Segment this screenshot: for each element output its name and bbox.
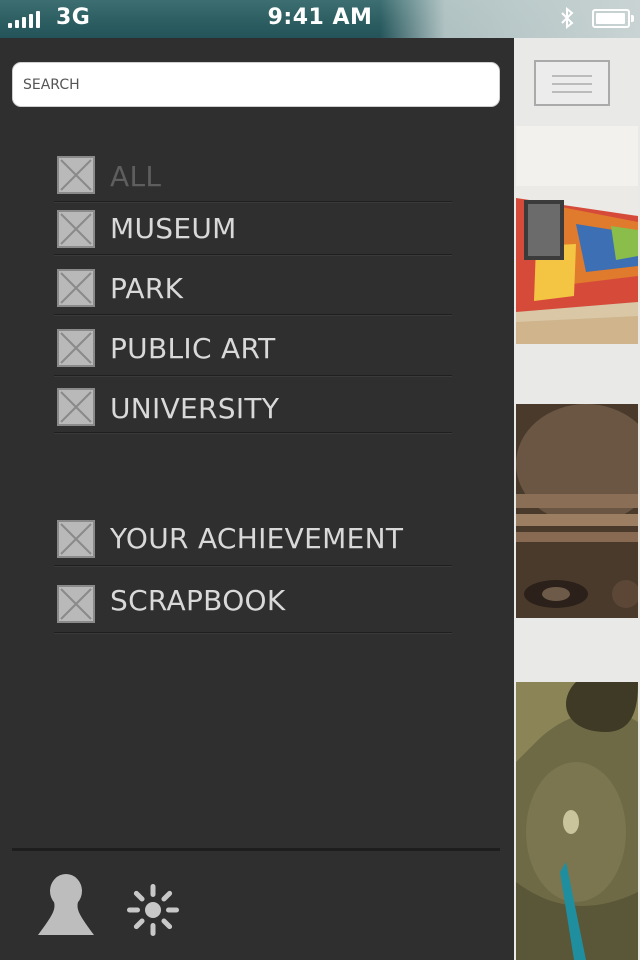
checkbox-all[interactable] — [57, 156, 95, 194]
menu-label-scrapbook: SCRAPBOOK — [110, 584, 286, 617]
filter-item-all[interactable]: ALL — [54, 156, 452, 202]
clock-time: 9:41 AM — [267, 5, 373, 30]
colorful-mural-photo[interactable] — [516, 126, 638, 344]
bronze-sculpture-photo[interactable] — [516, 682, 638, 960]
search-input[interactable] — [12, 62, 500, 107]
filter-item-park[interactable]: PARK — [54, 255, 452, 315]
bluetooth-icon — [561, 7, 574, 29]
main-content-peek — [514, 38, 640, 960]
menu-item-your-achievement[interactable]: YOUR ACHIEVEMENT — [54, 512, 452, 566]
checkbox-your-achievement[interactable] — [57, 520, 95, 558]
settings-icon[interactable] — [124, 884, 182, 936]
filter-item-public-art[interactable]: PUBLIC ART — [54, 315, 452, 376]
status-bar: 3G 9:41 AM — [0, 0, 640, 38]
battery-icon — [592, 9, 634, 28]
filter-item-museum[interactable]: MUSEUM — [54, 202, 452, 255]
filter-label-all: ALL — [110, 160, 162, 193]
filter-label-university: UNIVERSITY — [110, 392, 280, 425]
hamburger-menu-icon[interactable] — [534, 60, 610, 106]
footer-divider — [12, 848, 500, 851]
profile-icon[interactable] — [36, 874, 96, 936]
carved-mask-photo[interactable] — [516, 404, 638, 618]
filter-label-public-art: PUBLIC ART — [110, 332, 276, 365]
filter-item-university[interactable]: UNIVERSITY — [54, 376, 452, 433]
checkbox-public-art[interactable] — [57, 329, 95, 367]
filter-label-museum: MUSEUM — [110, 212, 237, 245]
side-drawer: ALL MUSEUM PARK PUBLIC ART UNIVERSITY YO… — [0, 38, 514, 960]
filter-label-park: PARK — [110, 272, 184, 305]
battery-level — [596, 13, 625, 24]
checkbox-park[interactable] — [57, 269, 95, 307]
checkbox-scrapbook[interactable] — [57, 585, 95, 623]
menu-label-your-achievement: YOUR ACHIEVEMENT — [110, 522, 404, 555]
menu-item-scrapbook[interactable]: SCRAPBOOK — [54, 566, 452, 633]
checkbox-museum[interactable] — [57, 210, 95, 248]
checkbox-university[interactable] — [57, 388, 95, 426]
